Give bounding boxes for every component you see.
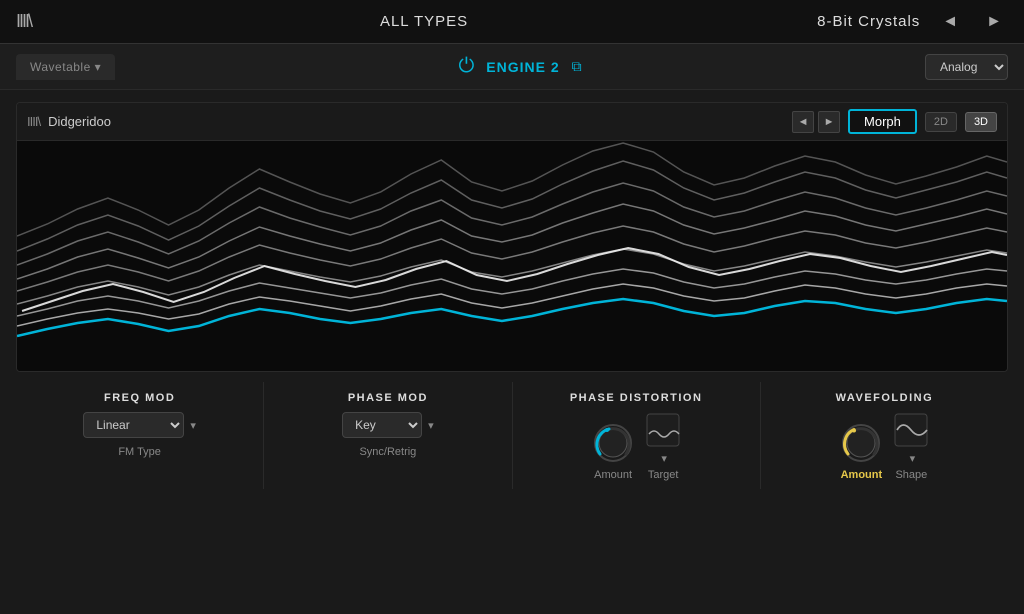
phase-mod-label: Sync/Retrig [359, 446, 416, 458]
waveform-logo-icon: IIII\ [27, 114, 40, 129]
category-title: ALL TYPES [380, 13, 468, 30]
phase-distortion-section: PHASE DISTORTION Amount [513, 382, 761, 489]
prev-preset-button[interactable]: ◄ [936, 9, 964, 35]
view-2d-button[interactable]: 2D [925, 112, 957, 132]
power-button[interactable]: ⏻ [458, 55, 474, 78]
wavefolding-shape[interactable]: ▾ Shape [893, 412, 929, 481]
amount-knob-svg [591, 421, 635, 465]
waveform-next-button[interactable]: ► [818, 111, 840, 133]
wavefolding-shape-label: Shape [895, 469, 927, 481]
waveform-header: IIII\ Didgeridoo ◄ ► Morph 2D 3D [17, 103, 1007, 141]
engine-type-select[interactable]: Analog Digital Vintage [925, 54, 1008, 80]
waveform-prev-button[interactable]: ◄ [792, 111, 814, 133]
waveform-section: IIII\ Didgeridoo ◄ ► Morph 2D 3D [16, 102, 1008, 372]
waveform-nav: ◄ ► [792, 111, 840, 133]
top-bar: IIII\ ALL TYPES 8-Bit Crystals ◄ ► [0, 0, 1024, 44]
freq-mod-title: FREQ MOD [104, 392, 175, 404]
wavetable-tab[interactable]: Wavetable ▾ [16, 54, 115, 80]
wavefolding-amount-label: Amount [841, 469, 883, 481]
wavefolding-row: Amount ▾ Shape [839, 412, 929, 481]
next-preset-button[interactable]: ► [980, 9, 1008, 35]
phase-distortion-target-label: Target [648, 469, 679, 481]
waveform-name: Didgeridoo [48, 114, 784, 129]
shape-icon [893, 412, 929, 448]
view-3d-button[interactable]: 3D [965, 112, 997, 132]
engine-label: ENGINE 2 [486, 59, 559, 75]
phase-mod-section: PHASE MOD Key Velocity Off ▾ Sync/Retrig [264, 382, 512, 489]
phase-mod-dropdown-icon: ▾ [428, 419, 434, 432]
wavefolding-knob-svg [839, 421, 883, 465]
phase-distortion-amount-label: Amount [594, 469, 632, 481]
waveform-svg [17, 141, 1007, 371]
wavefolding-section: WAVEFOLDING Amount [761, 382, 1008, 489]
freq-mod-section: FREQ MOD Linear Exponential Sine ▾ FM Ty… [16, 382, 264, 489]
top-bar-right: 8-Bit Crystals ◄ ► [817, 9, 1008, 35]
morph-button[interactable]: Morph [848, 109, 917, 134]
main-content: IIII\ Didgeridoo ◄ ► Morph 2D 3D [0, 90, 1024, 501]
waveform-display [17, 141, 1007, 371]
copy-engine-button[interactable]: ⧉ [572, 58, 582, 75]
phase-mod-row: Key Velocity Off ▾ [342, 412, 434, 438]
freq-mod-select[interactable]: Linear Exponential Sine [83, 412, 184, 438]
top-bar-left: IIII\ [16, 11, 31, 32]
target-icon [645, 412, 681, 448]
shape-dropdown-icon: ▾ [910, 452, 916, 465]
tab-label: Wavetable [30, 60, 91, 74]
phase-distortion-row: Amount ▾ Target [591, 412, 681, 481]
freq-mod-dropdown-icon: ▾ [190, 419, 196, 432]
app-logo: IIII\ [16, 11, 31, 32]
wavefolding-title: WAVEFOLDING [836, 392, 934, 404]
phase-distortion-amount-knob[interactable]: Amount [591, 421, 635, 481]
phase-mod-title: PHASE MOD [348, 392, 428, 404]
phase-distortion-target[interactable]: ▾ Target [645, 412, 681, 481]
engine-bar: Wavetable ▾ ⏻ ENGINE 2 ⧉ Analog Digital … [0, 44, 1024, 90]
wavefolding-amount-knob[interactable]: Amount [839, 421, 883, 481]
freq-mod-label: FM Type [118, 446, 161, 458]
phase-mod-select[interactable]: Key Velocity Off [342, 412, 422, 438]
preset-name: 8-Bit Crystals [817, 13, 920, 30]
freq-mod-row: Linear Exponential Sine ▾ [83, 412, 196, 438]
phase-distortion-title: PHASE DISTORTION [570, 392, 703, 404]
bottom-controls: FREQ MOD Linear Exponential Sine ▾ FM Ty… [16, 382, 1008, 489]
target-dropdown-icon: ▾ [661, 452, 667, 465]
